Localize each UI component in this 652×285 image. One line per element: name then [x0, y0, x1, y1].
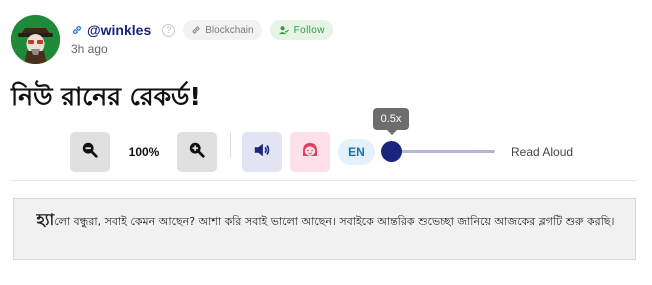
- follow-button[interactable]: Follow: [269, 20, 333, 40]
- link-icon: [71, 24, 83, 36]
- intro-quote-text: হ্যালো বন্ধুরা, সবাই কেমন আছেন? আশা করি …: [14, 208, 637, 234]
- intro-quote-box: হ্যালো বন্ধুরা, সবাই কেমন আছেন? আশা করি …: [13, 198, 636, 260]
- language-selector[interactable]: EN: [338, 139, 375, 165]
- speaker-button[interactable]: [242, 132, 282, 172]
- author-username[interactable]: @winkles: [87, 22, 151, 38]
- zoom-out-icon: [81, 141, 99, 163]
- speed-tooltip: 0.5x: [373, 108, 409, 135]
- read-aloud-label[interactable]: Read Aloud: [511, 145, 573, 159]
- zoom-in-icon: [188, 141, 206, 163]
- speed-slider-track[interactable]: [390, 150, 495, 153]
- category-tag-label: Blockchain: [205, 24, 254, 36]
- user-check-icon: [278, 25, 289, 36]
- category-tag[interactable]: Blockchain: [183, 20, 262, 40]
- post-card: @winkles ? Blockchain Follow 3h ago নিউ …: [0, 0, 652, 285]
- author-row: @winkles ? Blockchain Follow: [71, 20, 333, 40]
- voice-button[interactable]: [290, 132, 330, 172]
- post-timestamp: 3h ago: [71, 42, 108, 56]
- help-icon[interactable]: ?: [162, 23, 176, 37]
- avatar-image: [11, 15, 60, 64]
- speed-slider-thumb[interactable]: [381, 141, 402, 162]
- intro-quote-lead: হ্যা: [36, 210, 55, 229]
- zoom-out-button[interactable]: [70, 132, 110, 172]
- section-divider: [11, 180, 636, 181]
- zoom-in-button[interactable]: [177, 132, 217, 172]
- avatar[interactable]: [11, 15, 60, 64]
- post-title: নিউ রানের রেকর্ড!: [11, 82, 201, 111]
- toolbar-divider: [230, 132, 231, 158]
- link-icon: [191, 25, 201, 35]
- speaker-icon: [253, 141, 271, 163]
- follow-button-label: Follow: [293, 24, 325, 36]
- zoom-level: 100%: [128, 145, 160, 159]
- voice-face-icon: [300, 140, 320, 164]
- intro-quote-body: লো বন্ধুরা, সবাই কেমন আছেন? আশা করি সবাই…: [54, 215, 615, 228]
